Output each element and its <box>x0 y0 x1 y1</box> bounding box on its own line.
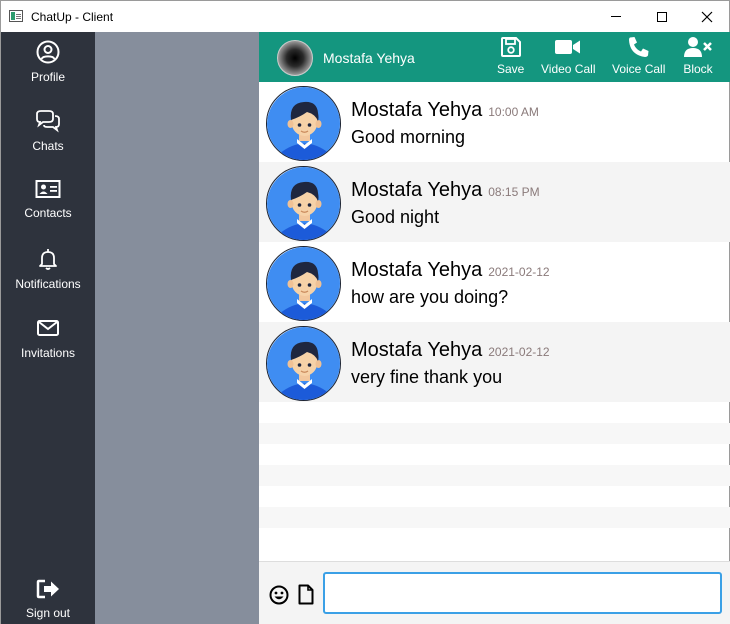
smiley-icon <box>269 585 289 605</box>
message-item: Mostafa Yehya 2021-02-12 very fine thank … <box>259 322 730 402</box>
block-label: Block <box>683 62 713 76</box>
close-button[interactable] <box>684 1 730 32</box>
video-call-label: Video Call <box>541 62 596 76</box>
voice-call-button[interactable]: Voice Call <box>612 36 665 76</box>
message-text: Good morning <box>351 127 466 147</box>
sidebar-item-profile[interactable]: Profile <box>1 40 95 100</box>
sign-out-button[interactable]: Sign out <box>1 578 95 624</box>
save-label: Save <box>497 62 525 76</box>
message-time: 2021-02-12 <box>488 265 550 279</box>
sender-avatar <box>266 86 341 161</box>
id-card-icon <box>35 180 61 198</box>
empty-list-row <box>259 423 730 444</box>
chat-header: Mostafa Yehya Save Video Call Voice Call <box>259 32 730 82</box>
user-block-icon <box>684 37 712 57</box>
message-text: how are you doing? <box>351 287 509 307</box>
voice-call-label: Voice Call <box>612 62 666 76</box>
sidebar-nav: Profile Chats Contacts Notifications Inv… <box>1 32 95 624</box>
message-text: Good night <box>351 207 440 227</box>
message-author: Mostafa Yehya <box>351 99 483 121</box>
sender-avatar <box>266 166 341 241</box>
user-circle-icon <box>36 40 60 64</box>
sidebar-item-invitations[interactable]: Invitations <box>1 316 95 376</box>
message-composer <box>259 561 730 624</box>
sidebar-item-label: Notifications <box>15 277 81 291</box>
save-button[interactable]: Save <box>497 36 524 76</box>
block-button[interactable]: Block <box>683 36 713 76</box>
sign-out-label: Sign out <box>25 606 71 620</box>
video-call-button[interactable]: Video Call <box>541 36 595 76</box>
envelope-icon <box>37 320 59 336</box>
window-title: ChatUp - Client <box>31 10 114 24</box>
empty-list-row <box>259 465 730 486</box>
message-author: Mostafa Yehya <box>351 179 483 201</box>
contact-avatar[interactable] <box>277 40 313 76</box>
bell-icon <box>39 249 57 270</box>
close-icon <box>701 11 713 22</box>
title-bar: ChatUp - Client <box>1 1 729 32</box>
message-author: Mostafa Yehya <box>351 259 483 281</box>
message-time: 10:00 AM <box>488 105 539 119</box>
app-window: ChatUp - Client Profile Chats Contacts N… <box>0 0 730 624</box>
message-item: Mostafa Yehya 2021-02-12 how are you doin… <box>259 242 730 322</box>
empty-list-row <box>259 507 730 528</box>
sidebar-item-label: Invitations <box>20 346 76 360</box>
sender-avatar <box>266 246 341 321</box>
minimize-icon <box>611 16 621 17</box>
video-camera-icon <box>555 40 581 54</box>
message-list: Mostafa Yehya 10:00 AM Good morning Most… <box>259 82 730 561</box>
sign-out-icon <box>36 579 59 599</box>
message-text: very fine thank you <box>351 367 503 387</box>
sender-avatar <box>266 326 341 401</box>
save-icon <box>500 37 521 57</box>
document-icon <box>298 584 314 605</box>
sidebar-item-chats[interactable]: Chats <box>1 109 95 169</box>
chat-bubbles-icon <box>36 110 60 133</box>
emoji-button[interactable] <box>269 585 289 610</box>
message-author: Mostafa Yehya <box>351 339 483 361</box>
message-item: Mostafa Yehya 10:00 AM Good morning <box>259 82 730 162</box>
app-logo-icon <box>9 10 23 22</box>
contacts-list-panel <box>95 32 259 624</box>
contact-name: Mostafa Yehya <box>323 50 415 66</box>
message-time: 2021-02-12 <box>488 345 550 359</box>
message-item: Mostafa Yehya 08:15 PM Good night <box>259 162 730 242</box>
phone-icon <box>628 37 649 57</box>
attach-file-button[interactable] <box>298 584 314 610</box>
sidebar-item-label: Chats <box>32 139 64 153</box>
message-input[interactable] <box>323 572 722 614</box>
maximize-icon <box>657 11 667 22</box>
sidebar-item-notifications[interactable]: Notifications <box>1 247 95 307</box>
sidebar-item-contacts[interactable]: Contacts <box>1 178 95 238</box>
message-time: 08:15 PM <box>488 185 540 199</box>
minimize-button[interactable] <box>593 1 639 32</box>
sidebar-item-label: Contacts <box>24 206 72 220</box>
sidebar-item-label: Profile <box>30 70 65 84</box>
maximize-button[interactable] <box>639 1 685 32</box>
